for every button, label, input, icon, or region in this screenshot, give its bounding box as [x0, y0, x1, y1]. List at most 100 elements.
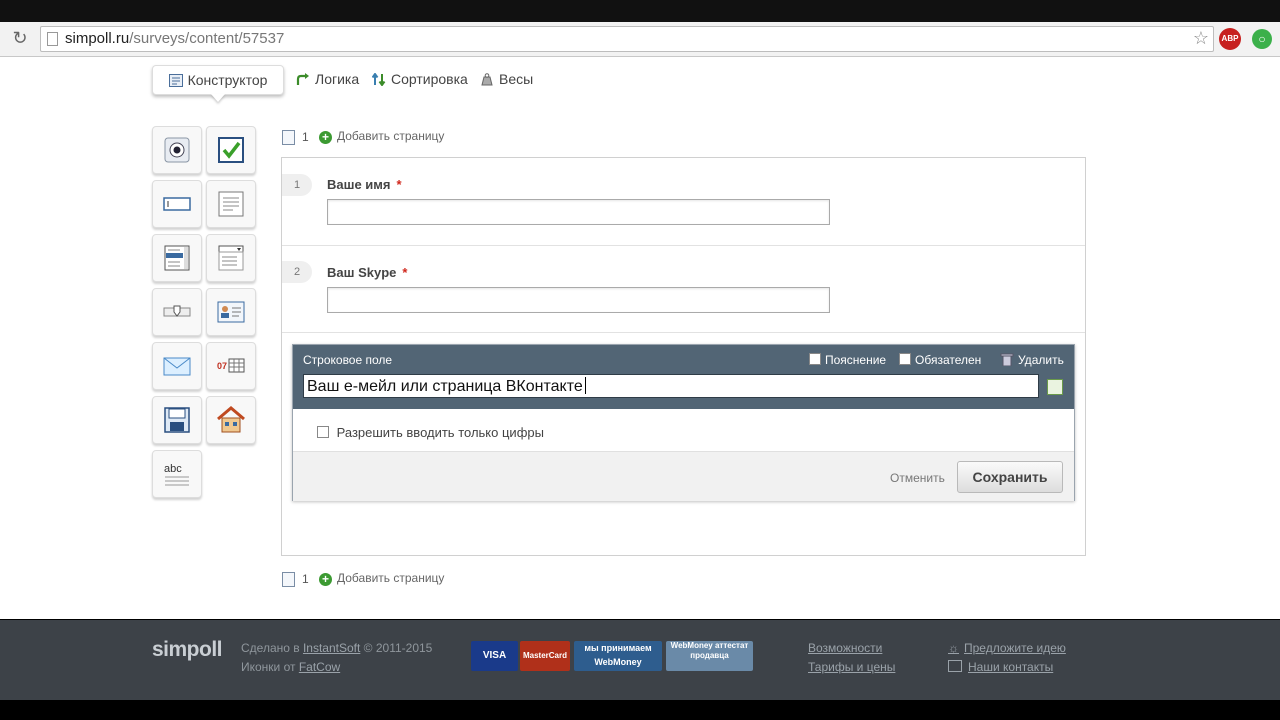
required-label: Обязателен — [915, 353, 982, 367]
tab-logic[interactable]: Логика — [296, 65, 359, 93]
tab-logic-label: Логика — [315, 71, 360, 87]
designer-icon — [168, 74, 183, 87]
webmoney-attestat-logo: WebMoney аттестат продавца — [666, 641, 753, 671]
logic-arrow-icon — [296, 73, 309, 85]
tab-weights[interactable]: Весы — [480, 65, 533, 93]
url-host: simpoll.ru — [65, 30, 130, 47]
tool-form-save[interactable] — [152, 396, 202, 444]
tool-dropdown[interactable] — [206, 234, 256, 282]
tool-slider[interactable] — [152, 288, 202, 336]
address-bar[interactable]: simpoll.ru/surveys/content/57537 ☆ — [40, 26, 1214, 52]
required-mark: * — [396, 177, 402, 192]
tool-email[interactable] — [152, 342, 202, 390]
bookmark-star-icon[interactable]: ☆ — [1193, 28, 1209, 49]
page-icon — [47, 32, 58, 46]
browser-toolbar: ↻ simpoll.ru/surveys/content/57537 ☆ ABP… — [0, 22, 1280, 57]
tab-sort[interactable]: Сортировка — [372, 65, 468, 93]
skype-input[interactable] — [327, 287, 830, 313]
footer-logo[interactable]: simpoll — [152, 638, 223, 662]
page-doc-icon — [282, 572, 295, 587]
add-page-button[interactable]: + Добавить страницу — [319, 129, 444, 144]
tool-listbox[interactable] — [152, 234, 202, 282]
radio-icon — [164, 137, 190, 163]
icons-prefix: Иконки от — [241, 660, 299, 674]
page-content: Конструктор Логика Сортировка Весы 07 ab… — [0, 57, 1280, 619]
mail-icon — [948, 660, 962, 672]
idea-sun-icon: ☼ — [948, 641, 959, 655]
add-page-button[interactable]: + Добавить страницу — [319, 571, 444, 586]
text-input-icon — [163, 197, 191, 211]
add-plus-icon: + — [319, 573, 332, 586]
question-title-input[interactable]: Ваш е-мейл или страница ВКонтакте — [303, 374, 1039, 398]
digits-only-label: Разрешить вводить только цифры — [336, 425, 544, 440]
extension-icon[interactable]: ○ — [1252, 29, 1272, 49]
dropdown-icon — [218, 245, 244, 271]
email-icon — [163, 357, 191, 376]
question-label-text: Ваш Skype — [327, 265, 397, 280]
listbox-icon — [164, 245, 190, 271]
suggest-idea-item[interactable]: ☼ Предложите идею — [948, 641, 1066, 655]
url-path: /surveys/content/57537 — [129, 30, 285, 47]
contacts-link[interactable]: Наши контакты — [968, 660, 1053, 674]
instantsoft-link[interactable]: InstantSoft — [303, 641, 360, 655]
made-by-text: Сделано в InstantSoft © 2011-2015 — [241, 641, 432, 655]
tool-radio[interactable] — [152, 126, 202, 174]
editor-header: Строковое поле Пояснение Обязателен Удал… — [293, 345, 1074, 409]
digits-only-checkbox[interactable] — [317, 426, 329, 438]
add-page-label: Добавить страницу — [337, 571, 445, 585]
explanation-option[interactable]: Пояснение — [809, 353, 886, 367]
tool-contact-card[interactable] — [206, 288, 256, 336]
made-suffix: © 2011-2015 — [360, 641, 433, 655]
weight-icon — [481, 73, 493, 86]
date-icon: 07 — [217, 358, 245, 373]
question-2[interactable]: 2 Ваш Skype * — [282, 246, 1085, 333]
tab-designer[interactable]: Конструктор — [152, 65, 284, 95]
add-plus-icon: + — [319, 131, 332, 144]
explanation-label: Пояснение — [825, 353, 887, 367]
question-title-value: Ваш е-мейл или страница ВКонтакте — [307, 378, 583, 395]
explanation-checkbox[interactable] — [809, 353, 821, 365]
required-option[interactable]: Обязателен — [899, 353, 981, 367]
page-number: 1 — [302, 130, 309, 144]
tool-date[interactable]: 07 — [206, 342, 256, 390]
date-icon-label: 07 — [217, 361, 227, 371]
page-number: 1 — [302, 572, 309, 586]
fatcow-link[interactable]: FatCow — [299, 660, 340, 674]
delete-icon — [1000, 353, 1014, 367]
cancel-button[interactable]: Отменить — [890, 471, 945, 485]
textarea-icon — [218, 191, 244, 217]
os-top-bar — [0, 0, 1280, 22]
field-type-label: Строковое поле — [303, 353, 393, 367]
question-editor: Строковое поле Пояснение Обязателен Удал… — [292, 344, 1075, 501]
tool-checkbox[interactable] — [206, 126, 256, 174]
address-house-icon — [217, 406, 245, 433]
suggest-idea-link[interactable]: Предложите идею — [964, 641, 1066, 655]
question-label: Ваш Skype * — [327, 265, 407, 280]
form-save-icon — [164, 407, 190, 433]
question-label: Ваше имя * — [327, 177, 402, 192]
tool-text-input[interactable] — [152, 180, 202, 228]
tab-weights-label: Весы — [499, 71, 534, 87]
icons-credit-text: Иконки от FatCow — [241, 660, 340, 674]
digits-only-option[interactable]: Разрешить вводить только цифры — [317, 425, 544, 440]
adblock-icon[interactable]: ABP — [1219, 28, 1241, 50]
tab-sort-label: Сортировка — [391, 71, 468, 87]
slider-icon — [163, 305, 191, 317]
name-input[interactable] — [327, 199, 830, 225]
insert-image-icon[interactable] — [1047, 379, 1063, 395]
tool-abc-text[interactable]: abc — [152, 450, 202, 498]
pricing-link[interactable]: Тарифы и цены — [808, 660, 895, 674]
features-link[interactable]: Возможности — [808, 641, 882, 655]
delete-button[interactable]: Удалить — [1000, 353, 1064, 367]
bottom-strip — [0, 700, 1280, 720]
checkbox-icon — [218, 137, 244, 163]
required-checkbox[interactable] — [899, 353, 911, 365]
question-1[interactable]: 1 Ваше имя * — [282, 158, 1085, 246]
contacts-item[interactable]: Наши контакты — [948, 660, 1053, 674]
tab-designer-label: Конструктор — [187, 72, 268, 88]
tool-address[interactable] — [206, 396, 256, 444]
tool-textarea[interactable] — [206, 180, 256, 228]
save-button[interactable]: Сохранить — [957, 461, 1063, 493]
survey-form: 1 Ваше имя * 2 Ваш Skype * Строковое поле … — [281, 157, 1086, 556]
reload-icon[interactable]: ↻ — [10, 28, 30, 48]
